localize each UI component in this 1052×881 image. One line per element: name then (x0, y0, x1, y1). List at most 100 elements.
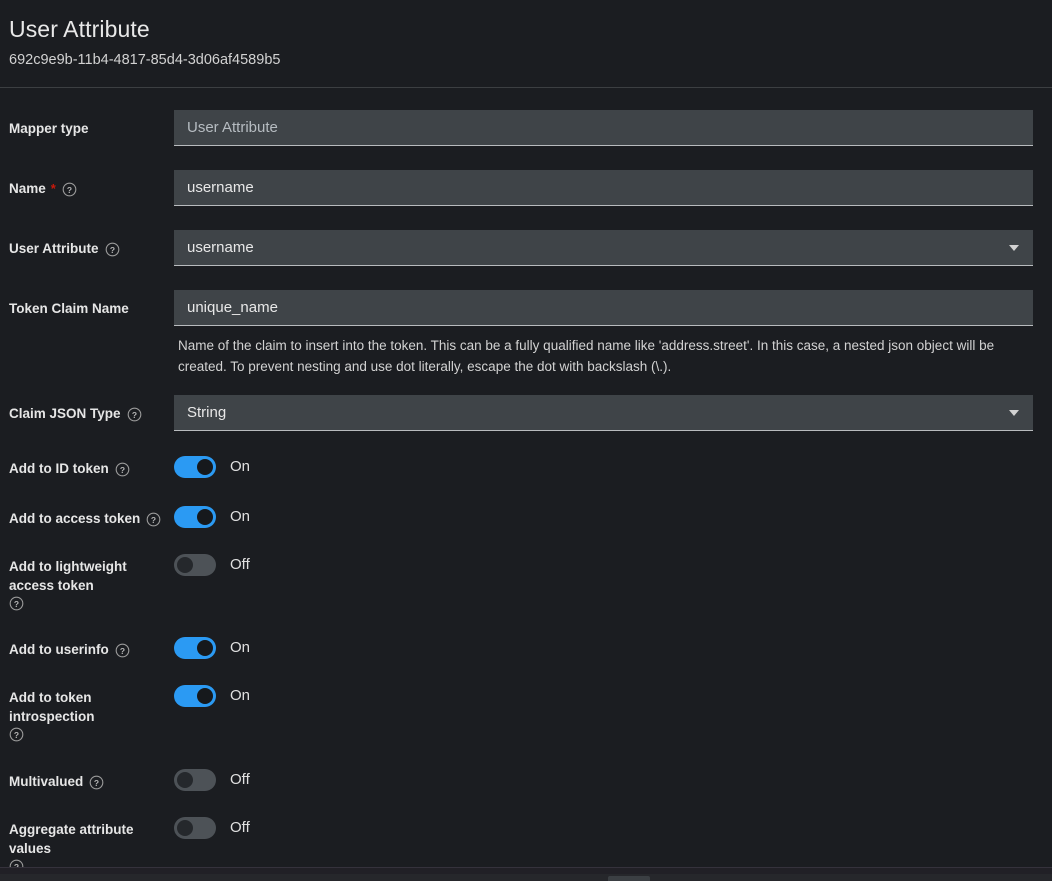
svg-text:?: ? (67, 185, 72, 195)
label-name-text: Name (9, 181, 46, 196)
form-row-toggle-add-to-lightweight-access-token: Add to lightweight access token ? Off (0, 552, 1052, 611)
name-input[interactable] (174, 170, 1033, 206)
label-name: Name * ? (9, 170, 174, 198)
user-attribute-select-wrap: username (174, 230, 1033, 266)
field-mapper-type (174, 110, 1052, 146)
toggle-aggregate-attribute-values[interactable] (174, 817, 216, 839)
svg-text:?: ? (14, 730, 19, 740)
help-icon[interactable]: ? (115, 462, 130, 477)
help-icon[interactable]: ? (105, 242, 120, 257)
form-row-toggle-aggregate-attribute-values: Aggregate attribute values ? Off (0, 815, 1052, 874)
label-claim-json-type-text: Claim JSON Type (9, 406, 121, 421)
svg-text:?: ? (94, 778, 99, 788)
label-add-to-token-introspection-text: Add to token introspection (9, 690, 95, 724)
toggle-knob (197, 640, 213, 656)
help-icon[interactable]: ? (89, 775, 104, 790)
svg-text:?: ? (109, 245, 114, 255)
help-icon[interactable]: ? (146, 512, 161, 527)
label-add-to-userinfo: Add to userinfo ? (9, 635, 174, 659)
field-token-claim-name: Name of the claim to insert into the tok… (174, 290, 1052, 377)
toggle-add-to-access-token[interactable] (174, 506, 216, 528)
field-claim-json-type: String (174, 395, 1052, 431)
toggle-field-add-to-token-introspection: On (174, 683, 1033, 707)
label-mapper-type: Mapper type (9, 110, 174, 138)
chevron-down-icon[interactable] (1009, 245, 1019, 251)
label-add-to-lightweight-access-token-text: Add to lightweight access token (9, 559, 127, 593)
user-attribute-select[interactable]: username (174, 230, 1033, 266)
mapper-type-input (174, 110, 1033, 146)
toggle-field-aggregate-attribute-values: Off (174, 815, 1033, 839)
help-icon[interactable]: ? (127, 407, 142, 422)
page-title: User Attribute (9, 16, 150, 42)
toggle-knob (197, 509, 213, 525)
svg-text:?: ? (120, 465, 125, 475)
form-row-toggle-multivalued: Multivalued ? Off (0, 767, 1052, 791)
toggle-knob (177, 557, 193, 573)
label-add-to-id-token: Add to ID token ? (9, 454, 174, 478)
label-token-claim-name: Token Claim Name (9, 290, 174, 318)
field-add-to-id-token: On (174, 454, 1052, 478)
toggle-state-add-to-lightweight-access-token: Off (230, 556, 250, 573)
toggle-multivalued[interactable] (174, 769, 216, 791)
toggle-state-add-to-token-introspection: On (230, 687, 251, 704)
help-icon[interactable]: ? (9, 596, 24, 611)
page-subtitle-id: 692c9e9b-11b4-4817-85d4-3d06af4589b5 (9, 52, 281, 68)
toggle-knob (177, 772, 193, 788)
footer-save-button-partial[interactable] (608, 876, 650, 881)
svg-text:?: ? (151, 515, 156, 525)
svg-text:?: ? (131, 410, 136, 420)
toggle-knob (197, 688, 213, 704)
field-aggregate-attribute-values: Off (174, 815, 1052, 839)
toggle-state-add-to-id-token: On (230, 458, 251, 475)
svg-text:?: ? (120, 646, 125, 656)
user-attribute-selected-value: username (187, 239, 254, 256)
form-row-token-claim-name: Token Claim Name Name of the claim to in… (0, 290, 1052, 377)
toggle-field-add-to-lightweight-access-token: Off (174, 552, 1033, 576)
toggle-state-multivalued: Off (230, 771, 250, 788)
field-add-to-token-introspection: On (174, 683, 1052, 707)
help-icon[interactable]: ? (9, 727, 24, 742)
toggle-add-to-token-introspection[interactable] (174, 685, 216, 707)
field-name (174, 170, 1052, 206)
label-add-to-id-token-text: Add to ID token (9, 461, 109, 476)
token-claim-name-input[interactable] (174, 290, 1033, 326)
label-add-to-access-token-text: Add to access token (9, 511, 141, 526)
token-claim-name-help-text: Name of the claim to insert into the tok… (178, 338, 995, 374)
field-add-to-userinfo: On (174, 635, 1052, 659)
page-header: User Attribute 692c9e9b-11b4-4817-85d4-3… (0, 0, 1052, 88)
mapper-config-form: Mapper type Name * ? User Attribute ? (0, 110, 1052, 874)
form-row-toggle-add-to-id-token: Add to ID token ? On (0, 454, 1052, 478)
label-add-to-access-token: Add to access token ? (9, 504, 174, 528)
toggle-state-add-to-userinfo: On (230, 639, 251, 656)
toggle-field-multivalued: Off (174, 767, 1033, 791)
toggle-knob (177, 820, 193, 836)
help-icon[interactable]: ? (62, 182, 77, 197)
toggle-add-to-id-token[interactable] (174, 456, 216, 478)
form-row-user-attribute: User Attribute ? username (0, 230, 1052, 266)
toggle-state-add-to-access-token: On (230, 508, 251, 525)
label-aggregate-attribute-values: Aggregate attribute values ? (9, 815, 169, 874)
label-add-to-userinfo-text: Add to userinfo (9, 642, 109, 657)
label-claim-json-type: Claim JSON Type ? (9, 395, 174, 423)
toggle-add-to-lightweight-access-token[interactable] (174, 554, 216, 576)
label-token-claim-name-text: Token Claim Name (9, 301, 129, 316)
label-multivalued: Multivalued ? (9, 767, 174, 791)
footer-action-bar (0, 867, 1052, 881)
claim-json-type-selected-value: String (187, 404, 227, 421)
field-multivalued: Off (174, 767, 1052, 791)
claim-json-type-select[interactable]: String (174, 395, 1033, 431)
chevron-down-icon[interactable] (1009, 410, 1019, 416)
toggle-knob (197, 459, 213, 475)
label-add-to-lightweight-access-token: Add to lightweight access token ? (9, 552, 169, 611)
label-user-attribute-text: User Attribute (9, 241, 99, 256)
help-icon[interactable]: ? (115, 643, 130, 658)
footer-action-bar-inner (0, 874, 1052, 881)
toggle-state-aggregate-attribute-values: Off (230, 819, 250, 836)
field-user-attribute: username (174, 230, 1052, 266)
form-row-toggle-add-to-access-token: Add to access token ? On (0, 504, 1052, 528)
label-user-attribute: User Attribute ? (9, 230, 174, 258)
toggle-field-add-to-userinfo: On (174, 635, 1033, 659)
field-add-to-access-token: On (174, 504, 1052, 528)
form-row-toggle-add-to-userinfo: Add to userinfo ? On (0, 635, 1052, 659)
toggle-add-to-userinfo[interactable] (174, 637, 216, 659)
